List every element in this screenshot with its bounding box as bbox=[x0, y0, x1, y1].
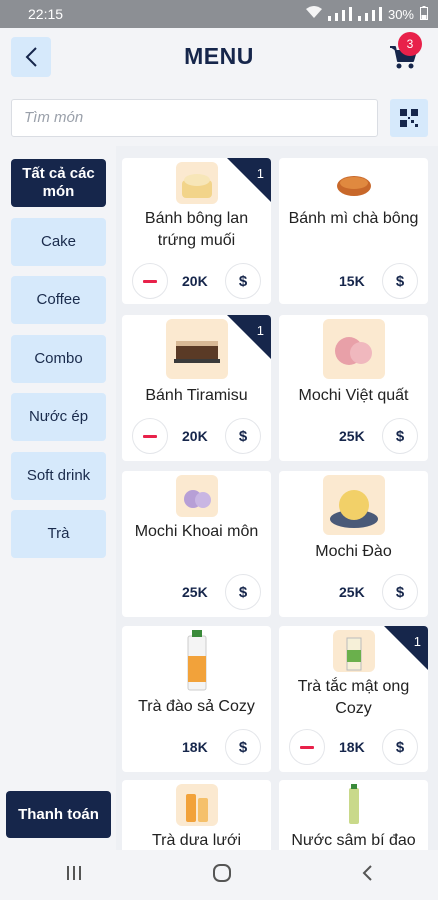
product-image bbox=[175, 784, 218, 826]
minus-icon bbox=[143, 434, 157, 438]
product-card[interactable]: Nước sâm bí đao bbox=[279, 780, 428, 850]
product-card[interactable]: 1 Trà tắc mật ong Cozy 18K $ bbox=[279, 626, 428, 772]
category-soft-drink[interactable]: Soft drink bbox=[11, 452, 106, 500]
product-price: 20K bbox=[182, 428, 208, 444]
app-header: MENU 3 bbox=[0, 28, 438, 90]
qr-scan-button[interactable] bbox=[390, 99, 428, 137]
product-image bbox=[342, 784, 365, 826]
recent-apps-icon[interactable] bbox=[65, 865, 83, 886]
battery-text: 30% bbox=[387, 6, 414, 22]
product-price: 25K bbox=[339, 428, 365, 444]
system-nav-bar bbox=[0, 850, 438, 900]
category-tea[interactable]: Trà bbox=[11, 510, 106, 558]
minus-icon bbox=[143, 279, 157, 283]
back-nav-icon[interactable] bbox=[361, 864, 373, 887]
product-card[interactable]: Trà đào sả Cozy 18K $ bbox=[122, 626, 271, 772]
product-image bbox=[322, 475, 385, 535]
product-name: Mochi Khoai môn bbox=[134, 523, 259, 540]
status-right: 30% bbox=[305, 5, 428, 23]
category-all[interactable]: Tất cả các món bbox=[11, 159, 106, 207]
status-time: 22:15 bbox=[28, 6, 64, 22]
add-to-cart-button[interactable]: $ bbox=[382, 574, 418, 610]
product-name: Mochi Đào bbox=[315, 543, 392, 560]
product-name: Trà tắc mật ong Cozy bbox=[297, 678, 410, 717]
product-image bbox=[332, 630, 375, 672]
category-juice[interactable]: Nước ép bbox=[11, 393, 106, 441]
qty-corner bbox=[227, 315, 271, 359]
product-image bbox=[332, 164, 375, 202]
add-to-cart-button[interactable]: $ bbox=[225, 263, 261, 299]
product-name: Bánh mì chà bông bbox=[288, 210, 419, 227]
product-image bbox=[165, 319, 228, 379]
add-to-cart-button[interactable]: $ bbox=[225, 729, 261, 765]
product-image bbox=[185, 630, 208, 692]
product-name: Trà dưa lưới bbox=[151, 832, 242, 849]
wifi-icon bbox=[305, 6, 322, 22]
search-input[interactable]: Tìm món bbox=[11, 99, 378, 137]
product-price: 25K bbox=[339, 584, 365, 600]
minus-icon bbox=[300, 745, 314, 749]
decrease-qty-button[interactable] bbox=[132, 418, 168, 454]
product-name: Mochi Việt quất bbox=[298, 387, 409, 404]
qty-badge: 1 bbox=[413, 634, 421, 649]
product-name: Bánh Tiramisu bbox=[145, 387, 248, 404]
product-card[interactable]: Trà dưa lưới bbox=[122, 780, 271, 850]
add-to-cart-button[interactable]: $ bbox=[382, 418, 418, 454]
product-price: 20K bbox=[182, 273, 208, 289]
product-price: 25K bbox=[182, 584, 208, 600]
category-cake[interactable]: Cake bbox=[11, 218, 106, 266]
qty-badge: 1 bbox=[256, 166, 264, 181]
product-image bbox=[175, 475, 218, 517]
category-coffee[interactable]: Coffee bbox=[11, 276, 106, 324]
add-to-cart-button[interactable]: $ bbox=[382, 729, 418, 765]
status-bar: 22:15 30% bbox=[0, 0, 438, 28]
signal-icon bbox=[327, 7, 352, 21]
product-image bbox=[322, 319, 385, 379]
checkout-button[interactable]: Thanh toán bbox=[6, 791, 111, 838]
qty-corner bbox=[227, 158, 271, 202]
add-to-cart-button[interactable]: $ bbox=[225, 574, 261, 610]
search-bar: Tìm món bbox=[0, 90, 438, 146]
category-combo[interactable]: Combo bbox=[11, 335, 106, 383]
product-card[interactable]: Mochi Việt quất 25K $ bbox=[279, 315, 428, 461]
product-name: Trà đào sả Cozy bbox=[138, 698, 255, 715]
product-card[interactable]: Mochi Đào 25K $ bbox=[279, 471, 428, 617]
product-card[interactable]: 1 Bánh bông lan trứng muối 20K $ bbox=[122, 158, 271, 304]
product-image bbox=[175, 162, 218, 204]
home-icon[interactable] bbox=[212, 863, 232, 888]
product-price: 15K bbox=[339, 273, 365, 289]
product-card[interactable]: Bánh mì chà bông 15K $ bbox=[279, 158, 428, 304]
qr-scan-icon bbox=[400, 109, 418, 127]
product-grid: 1 Bánh bông lan trứng muối 20K $ Bánh mì… bbox=[116, 146, 438, 850]
cart-count-badge: 3 bbox=[398, 32, 422, 56]
product-card[interactable]: 1 Bánh Tiramisu 20K $ bbox=[122, 315, 271, 461]
product-name: Nước sâm bí đao bbox=[291, 832, 416, 849]
add-to-cart-button[interactable]: $ bbox=[225, 418, 261, 454]
decrease-qty-button[interactable] bbox=[289, 729, 325, 765]
page-title: MENU bbox=[184, 43, 254, 69]
product-card[interactable]: Mochi Khoai môn 25K $ bbox=[122, 471, 271, 617]
decrease-qty-button[interactable] bbox=[132, 263, 168, 299]
add-to-cart-button[interactable]: $ bbox=[382, 263, 418, 299]
signal-2-icon bbox=[357, 7, 382, 21]
battery-icon bbox=[420, 5, 428, 23]
category-sidebar: Tất cả các món Cake Coffee Combo Nước ép… bbox=[0, 146, 116, 850]
product-price: 18K bbox=[339, 739, 365, 755]
qty-corner bbox=[384, 626, 428, 670]
qty-badge: 1 bbox=[256, 323, 264, 338]
product-name: Bánh bông lan trứng muối bbox=[144, 210, 249, 249]
product-price: 18K bbox=[182, 739, 208, 755]
